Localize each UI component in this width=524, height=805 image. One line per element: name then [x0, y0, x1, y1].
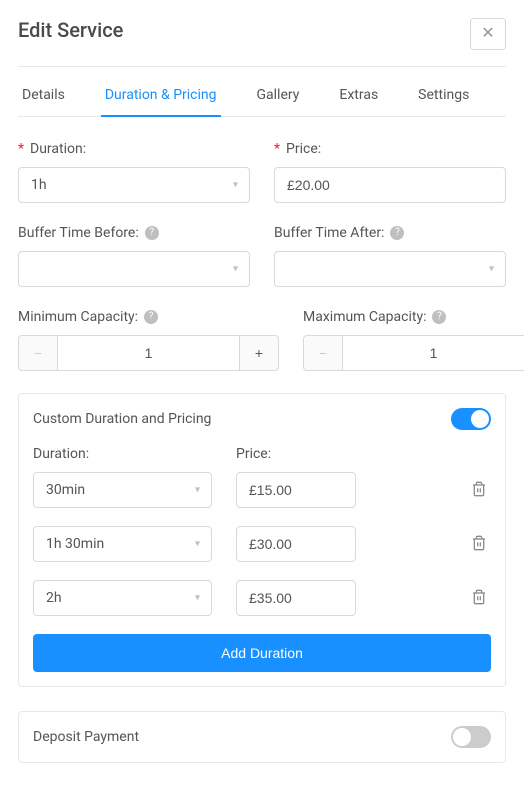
max-capacity-input[interactable]: [343, 335, 524, 371]
buffer-after-label: Buffer Time After: ?: [274, 225, 506, 241]
custom-duration-select[interactable]: 30min: [33, 472, 212, 508]
custom-pricing-row: 30min ▾: [33, 472, 491, 508]
custom-pricing-title: Custom Duration and Pricing: [33, 411, 211, 427]
help-icon[interactable]: ?: [432, 310, 446, 324]
add-duration-button[interactable]: Add Duration: [33, 634, 491, 672]
custom-pricing-row: 2h ▾: [33, 580, 491, 616]
delete-row-button[interactable]: [467, 585, 491, 612]
tabs: Details Duration & Pricing Gallery Extra…: [18, 87, 506, 117]
tab-gallery[interactable]: Gallery: [253, 87, 304, 117]
custom-duration-select[interactable]: 1h 30min: [33, 526, 212, 562]
duration-select[interactable]: 1h: [18, 167, 250, 203]
help-icon[interactable]: ?: [390, 226, 404, 240]
max-capacity-minus-button[interactable]: −: [303, 335, 343, 371]
tab-settings[interactable]: Settings: [414, 87, 473, 117]
trash-icon: [471, 589, 487, 605]
trash-icon: [471, 481, 487, 497]
deposit-card: Deposit Payment: [18, 711, 506, 763]
tab-duration-pricing[interactable]: Duration & Pricing: [101, 87, 221, 117]
min-capacity-plus-button[interactable]: +: [239, 335, 279, 371]
buffer-after-select[interactable]: [274, 251, 506, 287]
edit-service-modal: Edit Service ✕ Details Duration & Pricin…: [0, 0, 524, 805]
tab-details[interactable]: Details: [18, 87, 69, 117]
trash-icon: [471, 535, 487, 551]
close-icon: ✕: [481, 26, 494, 42]
duration-label: * Duration:: [18, 141, 250, 157]
custom-pricing-card: Custom Duration and Pricing Duration: Pr…: [18, 393, 506, 687]
buffer-before-select[interactable]: [18, 251, 250, 287]
minus-icon: −: [34, 345, 42, 361]
custom-duration-label: Duration:: [33, 446, 212, 462]
toggle-thumb: [471, 410, 489, 428]
custom-duration-select[interactable]: 2h: [33, 580, 212, 616]
tab-extras[interactable]: Extras: [335, 87, 382, 117]
minus-icon: −: [319, 345, 327, 361]
toggle-thumb: [453, 728, 471, 746]
close-button[interactable]: ✕: [470, 18, 506, 50]
custom-price-input[interactable]: [236, 526, 356, 562]
min-capacity-input[interactable]: [58, 335, 239, 371]
modal-header: Edit Service ✕: [18, 18, 506, 67]
max-capacity-label: Maximum Capacity: ?: [303, 309, 524, 325]
help-icon[interactable]: ?: [144, 310, 158, 324]
required-star: *: [18, 141, 24, 157]
custom-price-input[interactable]: [236, 580, 356, 616]
price-label: * Price:: [274, 141, 506, 157]
deposit-toggle[interactable]: [451, 726, 491, 748]
min-capacity-minus-button[interactable]: −: [18, 335, 58, 371]
custom-price-label: Price:: [236, 446, 271, 462]
help-icon[interactable]: ?: [145, 226, 159, 240]
custom-pricing-row: 1h 30min ▾: [33, 526, 491, 562]
delete-row-button[interactable]: [467, 531, 491, 558]
required-star: *: [274, 141, 280, 157]
plus-icon: +: [255, 345, 263, 361]
price-input[interactable]: [274, 167, 506, 203]
custom-price-input[interactable]: [236, 472, 356, 508]
custom-pricing-toggle[interactable]: [451, 408, 491, 430]
min-capacity-label: Minimum Capacity: ?: [18, 309, 279, 325]
modal-title: Edit Service: [18, 18, 123, 42]
deposit-title: Deposit Payment: [33, 729, 139, 745]
buffer-before-label: Buffer Time Before: ?: [18, 225, 250, 241]
delete-row-button[interactable]: [467, 477, 491, 504]
